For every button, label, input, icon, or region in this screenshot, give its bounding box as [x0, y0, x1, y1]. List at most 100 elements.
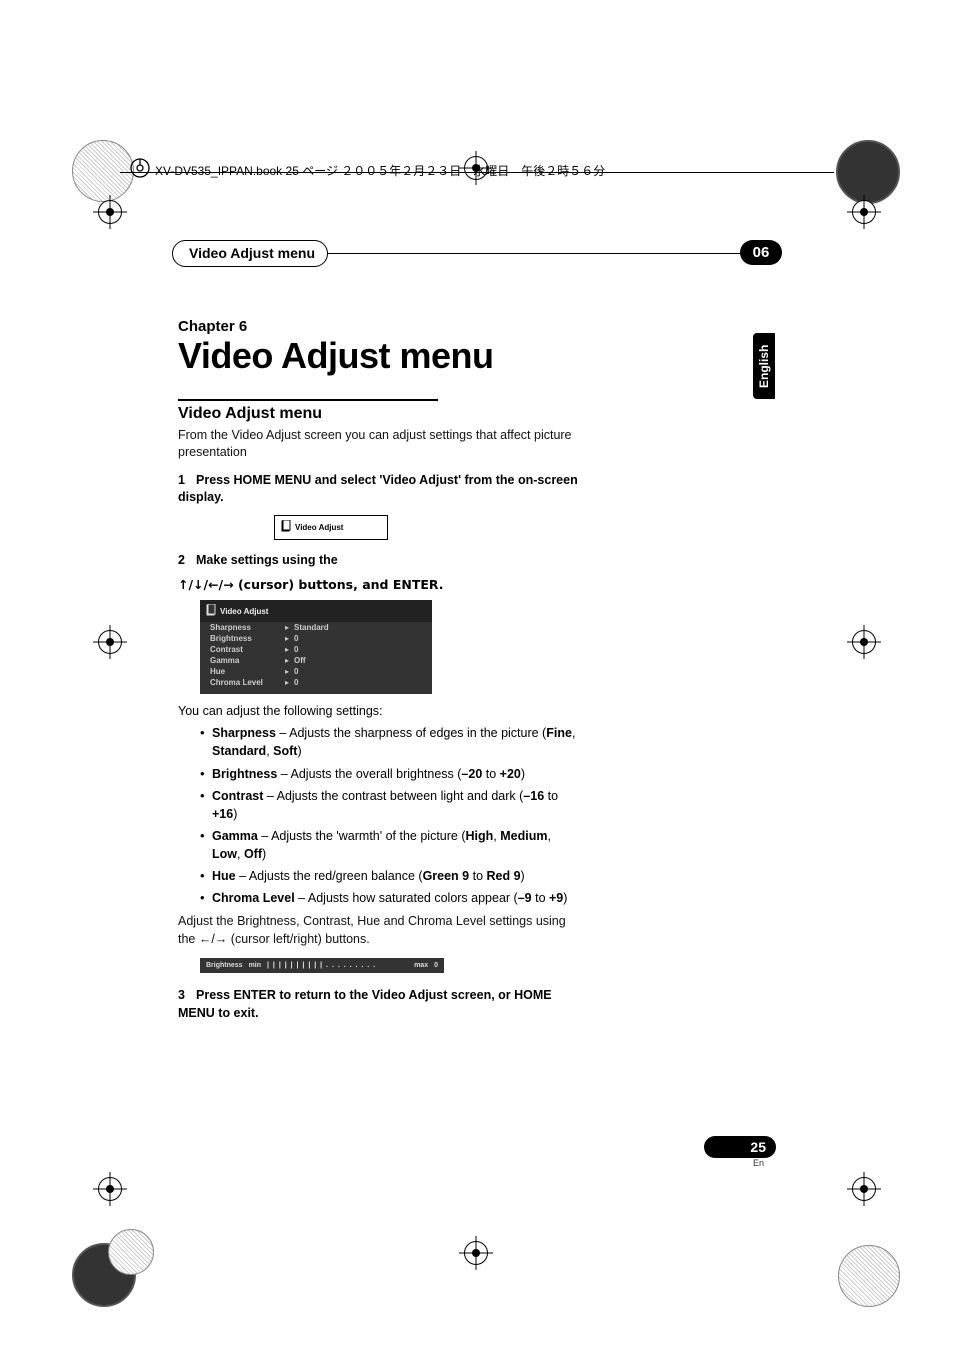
menu-value: 0 [294, 634, 298, 643]
term: Fine [546, 726, 572, 740]
list-item-sharpness: Sharpness – Adjusts the sharpness of edg… [200, 724, 582, 760]
menu-label: Hue [210, 667, 280, 676]
slider-track: | | | | | | | | | | . . . . . . . . . [267, 962, 408, 969]
right-arrow-icon: ▸ [280, 623, 294, 632]
txt: , [237, 847, 244, 861]
registration-mark [852, 630, 876, 654]
post-bullets-paragraph: Adjust the Brightness, Contrast, Hue and… [178, 913, 582, 948]
step-number: 1 [178, 472, 196, 490]
term: High [466, 829, 494, 843]
step-text: Press ENTER to return to the Video Adjus… [178, 988, 552, 1020]
brightness-slider-example: Brightness min | | | | | | | | | | . . .… [200, 958, 444, 973]
txt: ) [521, 767, 525, 781]
txt: to [482, 767, 499, 781]
book-header-text: XV-DV535_IPPAN.book 25 ページ ２００５年２月２３日 水曜… [155, 162, 605, 179]
page-number-pill: 25 [704, 1136, 776, 1158]
menu-value: Standard [294, 623, 329, 632]
menu-label: Contrast [210, 645, 280, 654]
registration-mark [98, 1177, 122, 1201]
slider-label: Brightness [206, 962, 243, 969]
right-arrow-icon: ▸ [280, 645, 294, 654]
list-item-hue: Hue – Adjusts the red/green balance (Gre… [200, 867, 582, 885]
section-title-pill: Video Adjust menu [172, 240, 328, 267]
registration-circle [836, 140, 900, 204]
right-arrow-icon: ▸ [280, 667, 294, 676]
txt: – Adjusts the 'warmth' of the picture ( [258, 829, 466, 843]
menu-row-chroma: Chroma Level ▸ 0 [200, 677, 432, 688]
menu-header: Video Adjust [200, 600, 432, 622]
video-adjust-minibox-label: Video Adjust [295, 523, 343, 532]
txt: ) [233, 807, 237, 821]
chapter-title: Video Adjust menu [178, 337, 582, 375]
txt: – Adjusts the red/green balance ( [236, 869, 423, 883]
term: –16 [523, 789, 544, 803]
slider-max: max [414, 962, 428, 969]
txt: – Adjusts the overall brightness ( [277, 767, 461, 781]
menu-value: Off [294, 656, 306, 665]
txt: – Adjusts the contrast between light and… [263, 789, 523, 803]
slider-min: min [249, 962, 261, 969]
chapter-number-pill: 06 [740, 240, 782, 265]
right-arrow-icon: ▸ [280, 634, 294, 643]
term: Standard [212, 744, 266, 758]
section-rule [178, 399, 438, 401]
step-number: 2 [178, 552, 196, 570]
menu-row-gamma: Gamma ▸ Off [200, 655, 432, 666]
registration-mark [98, 200, 122, 224]
settings-intro: You can adjust the following settings: [178, 704, 582, 718]
registration-mark [852, 1177, 876, 1201]
txt: – Adjusts the sharpness of edges in the … [276, 726, 546, 740]
step-1: 1Press HOME MENU and select 'Video Adjus… [178, 472, 582, 507]
language-tab: English [753, 333, 775, 399]
page-icon [206, 604, 216, 618]
main-content: Chapter 6 Video Adjust menu Video Adjust… [178, 318, 582, 1030]
term: Low [212, 847, 237, 861]
registration-circle [108, 1229, 154, 1275]
step-text: Press HOME MENU and select 'Video Adjust… [178, 473, 578, 505]
section-intro: From the Video Adjust screen you can adj… [178, 427, 582, 462]
page-language-label: En [704, 1158, 776, 1168]
txt: to [544, 789, 558, 803]
txt: ) [521, 869, 525, 883]
binder-ring-icon [128, 156, 152, 180]
term: Contrast [212, 789, 263, 803]
chapter-label: Chapter 6 [178, 318, 582, 335]
step-text: Make settings using the [196, 553, 338, 567]
list-item-contrast: Contrast – Adjusts the contrast between … [200, 787, 582, 823]
list-item-gamma: Gamma – Adjusts the 'warmth' of the pict… [200, 827, 582, 863]
step-2: 2Make settings using the [178, 552, 582, 570]
term: +9 [549, 891, 563, 905]
term: Sharpness [212, 726, 276, 740]
term: Soft [273, 744, 297, 758]
step-2-arrows: ↑/↓/←/→ (cursor) buttons, and ENTER. [178, 577, 582, 592]
right-arrow-icon: ▸ [280, 656, 294, 665]
txt: to [532, 891, 549, 905]
menu-label: Brightness [210, 634, 280, 643]
section-heading: Video Adjust menu [178, 405, 582, 423]
term: Red 9 [487, 869, 521, 883]
list-item-chroma: Chroma Level – Adjusts how saturated col… [200, 889, 582, 907]
txt: , [547, 829, 550, 843]
registration-mark [464, 1241, 488, 1265]
menu-value: 0 [294, 678, 298, 687]
term: –20 [461, 767, 482, 781]
step-number: 3 [178, 987, 196, 1005]
term: Brightness [212, 767, 277, 781]
txt: ) [297, 744, 301, 758]
step-3: 3Press ENTER to return to the Video Adju… [178, 987, 582, 1022]
slider-value: 0 [434, 962, 438, 969]
video-adjust-minibox: Video Adjust [274, 515, 388, 540]
term: Green 9 [423, 869, 470, 883]
menu-row-brightness: Brightness ▸ 0 [200, 633, 432, 644]
txt: ) [262, 847, 266, 861]
menu-label: Sharpness [210, 623, 280, 632]
term: Medium [500, 829, 547, 843]
settings-list: Sharpness – Adjusts the sharpness of edg… [178, 724, 582, 907]
menu-label: Gamma [210, 656, 280, 665]
section-header-bar: Video Adjust menu 06 [178, 240, 776, 266]
video-adjust-menu: Video Adjust Sharpness ▸ Standard Bright… [200, 600, 432, 694]
menu-value: 0 [294, 645, 298, 654]
menu-row-hue: Hue ▸ 0 [200, 666, 432, 677]
page-footer: 25 En [704, 1136, 776, 1168]
page-icon [281, 520, 291, 535]
